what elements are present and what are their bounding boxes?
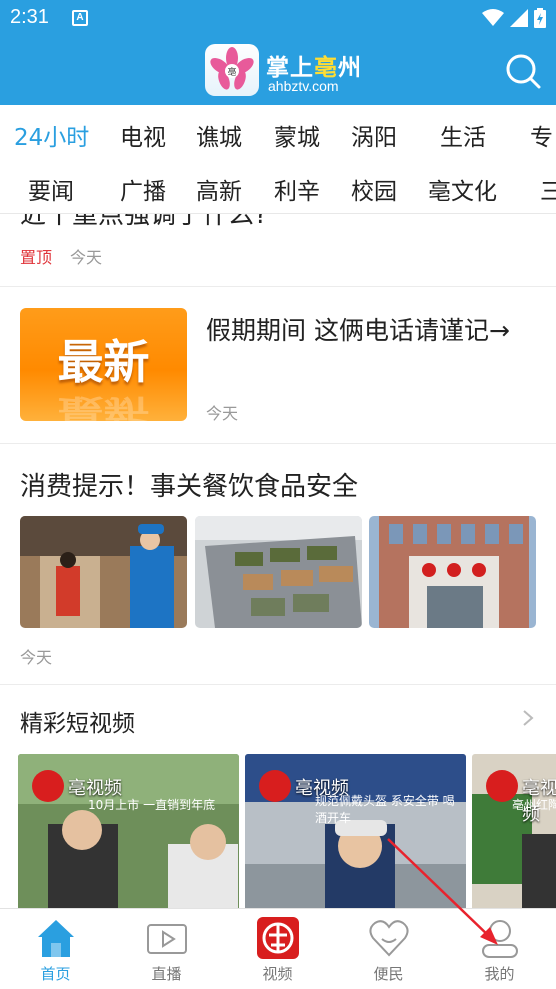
video-caption: 亳州红陶: [512, 798, 556, 812]
tab-zhuan[interactable]: 专: [530, 118, 553, 152]
tab-lixin[interactable]: 利辛: [274, 172, 320, 206]
video-logo-icon: [257, 917, 299, 959]
divider: [0, 443, 556, 444]
status-bar: 2:31 A: [0, 0, 556, 38]
short-video-section-title: 精彩短视频: [20, 711, 135, 737]
tab-life[interactable]: 生活: [440, 118, 486, 152]
heart-icon: [369, 920, 409, 957]
tab-radio[interactable]: 广播: [120, 172, 166, 206]
app-logo-icon: 亳: [205, 44, 259, 96]
home-icon: [38, 920, 74, 957]
tab-tv[interactable]: 电视: [120, 118, 166, 152]
status-icons: [482, 8, 546, 28]
nav-live-label: 直播: [151, 965, 182, 983]
svg-text:亳: 亳: [227, 66, 236, 78]
pinned-news-time: 今天: [70, 248, 103, 267]
photo-news-time: 今天: [20, 648, 53, 667]
photo-news-image-3[interactable]: [369, 516, 536, 628]
channel-tabs-row1: 24小时 电视 谯城 蒙城 涡阳 生活 专: [0, 105, 556, 159]
search-icon[interactable]: [504, 52, 542, 90]
nav-video[interactable]: 视频: [222, 909, 333, 989]
news-feed[interactable]: 近十重点强调了什么? 置顶 今天 最新 最新 假期期间 这俩电话请谨记→ 今天 …: [0, 214, 556, 908]
tab-culture[interactable]: 亳文化: [428, 172, 497, 206]
nav-home[interactable]: 首页: [0, 909, 111, 989]
nav-service-label: 便民: [373, 965, 404, 983]
nav-mine[interactable]: 我的: [444, 909, 555, 989]
tab-guoyang[interactable]: 涡阳: [351, 118, 397, 152]
nav-live[interactable]: 直播: [111, 909, 222, 989]
notification-icon: A: [72, 10, 88, 26]
nav-home-label: 首页: [40, 965, 71, 983]
thumb-reflection: 最新: [57, 393, 150, 421]
app-domain: ahbztv.com: [268, 78, 339, 94]
nav-video-label: 视频: [262, 965, 293, 983]
live-video-icon: [147, 924, 187, 954]
tab-24h[interactable]: 24小时: [14, 118, 89, 152]
divider: [0, 684, 556, 685]
short-video-card-3[interactable]: 亳视频 亳州红陶: [472, 754, 556, 908]
tab-san[interactable]: 三: [540, 172, 556, 206]
thumb-text: 最新: [57, 335, 150, 389]
chevron-right-icon[interactable]: [520, 708, 536, 728]
short-video-card-1[interactable]: 亳视频 10月上市 一直销到年底: [18, 754, 239, 908]
photo-news-image-1[interactable]: [20, 516, 187, 628]
signal-icon: [510, 9, 528, 27]
nav-mine-label: 我的: [484, 965, 515, 983]
channel-tabs-row2: 要闻 广播 高新 利辛 校园 亳文化 三: [0, 159, 556, 214]
bottom-nav: 首页 直播 视频 便民 我的: [0, 908, 556, 988]
battery-icon: [534, 8, 546, 28]
wifi-icon: [482, 9, 504, 26]
short-video-card-2[interactable]: 亳视频 规范佩戴头盔 系安全带 喝酒开车: [245, 754, 466, 908]
tab-gaoxin[interactable]: 高新: [196, 172, 242, 206]
status-time: 2:31: [10, 6, 49, 28]
pinned-tag: 置顶: [20, 248, 53, 267]
photo-news-image-2[interactable]: [195, 516, 362, 628]
tab-news[interactable]: 要闻: [28, 172, 74, 206]
tab-mengcheng[interactable]: 蒙城: [274, 118, 320, 152]
photo-news-title[interactable]: 消费提示！事关餐饮食品安全: [20, 466, 358, 503]
pinned-news-title[interactable]: 近十重点强调了什么?: [20, 214, 268, 231]
news-time: 今天: [206, 404, 239, 423]
app-name: 掌上亳州: [266, 48, 362, 82]
news-thumbnail[interactable]: 最新 最新: [20, 308, 187, 421]
video-caption: 规范佩戴头盔 系安全带 喝酒开车: [315, 794, 455, 825]
divider: [0, 286, 556, 287]
tab-campus[interactable]: 校园: [351, 172, 397, 206]
app-name-part3: 州: [338, 55, 362, 81]
tab-qiaocheng[interactable]: 谯城: [196, 118, 242, 152]
news-title[interactable]: 假期期间 这俩电话请谨记→: [206, 310, 536, 352]
user-icon: [482, 920, 518, 958]
nav-service[interactable]: 便民: [333, 909, 444, 989]
video-caption: 10月上市 一直销到年底: [88, 798, 216, 812]
app-header: 亳 掌上亳州 ahbztv.com: [0, 38, 556, 105]
